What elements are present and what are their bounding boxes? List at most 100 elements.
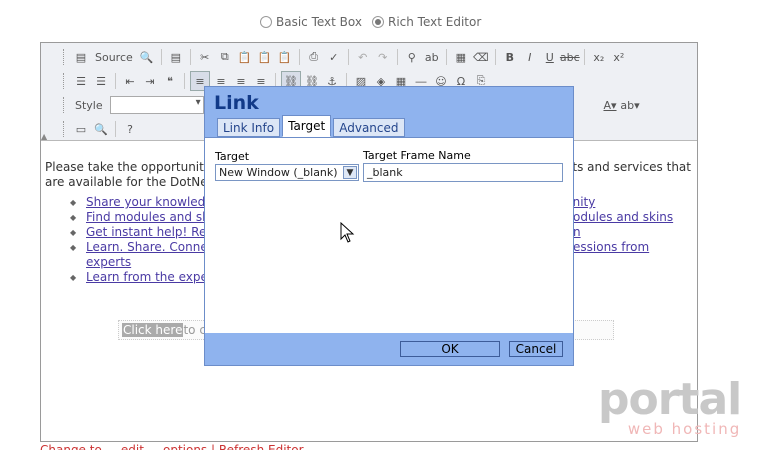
rich-text-editor-radio[interactable] <box>371 16 384 28</box>
bullet-icon: ◆ <box>70 213 77 222</box>
dialog-title: Link <box>214 92 259 114</box>
watermark-brand: portal <box>598 374 742 425</box>
numbered-list-icon[interactable]: ☰ <box>72 72 90 90</box>
replace-icon[interactable]: ab <box>423 48 441 66</box>
style-dropdown[interactable] <box>109 96 204 114</box>
list-item-link-tail[interactable]: odules and skins <box>573 210 673 225</box>
chevron-down-icon[interactable]: ▼ <box>343 166 357 179</box>
list-item-link[interactable]: Share your knowledge <box>86 195 220 210</box>
bullet-icon: ◆ <box>70 228 77 237</box>
spellcheck-icon[interactable]: ✓ <box>325 48 343 66</box>
basic-text-box-option[interactable]: Basic Text Box <box>260 15 362 29</box>
basic-text-box-radio[interactable] <box>260 16 272 28</box>
outdent-icon[interactable]: ⇤ <box>121 72 139 90</box>
superscript-icon[interactable]: x² <box>610 48 628 66</box>
templates-icon[interactable]: ▤ <box>167 48 185 66</box>
copy-icon[interactable]: ⧉ <box>216 48 234 66</box>
blockquote-icon[interactable]: ❝ <box>161 72 179 90</box>
toolbar-separator <box>189 49 191 65</box>
toolbar-row-1: ▤ Source 🔍 ▤ ✂ ⧉ 📋 📋 📋 ⎙ ✓ ↶ ↷ ⚲ ab ▦ ⌫ … <box>63 46 628 68</box>
print-icon[interactable]: ⎙ <box>305 48 323 66</box>
list-item-link-tail[interactable]: essions from <box>573 240 649 255</box>
about-icon[interactable]: ? <box>121 120 139 138</box>
editor-footer-links[interactable]: Change to ... edit ... options | Refresh… <box>40 441 304 450</box>
subscript-icon[interactable]: x₂ <box>590 48 608 66</box>
dialog-buttons: OK Cancel <box>205 333 573 365</box>
toolbar-separator <box>347 49 349 65</box>
find-icon[interactable]: ⚲ <box>403 48 421 66</box>
italic-icon[interactable]: I <box>521 48 539 66</box>
portal-watermark-logo: portal web hosting <box>598 374 742 439</box>
dialog-tabs: Link Info Target Advanced <box>217 115 405 137</box>
intro-text-right: ucts and services that <box>558 160 691 174</box>
paste-icon[interactable]: 📋 <box>236 48 254 66</box>
list-item-link[interactable]: Learn. Share. Connect <box>86 240 219 255</box>
rich-text-editor-label: Rich Text Editor <box>387 15 482 29</box>
toolbar-grip <box>63 73 67 89</box>
bullet-icon: ◆ <box>70 243 77 252</box>
target-label: Target <box>215 150 250 163</box>
toolbar-collapse-icon[interactable]: ▲ <box>41 132 47 141</box>
show-blocks-icon[interactable]: ▭ <box>72 120 90 138</box>
bulleted-list-icon[interactable]: ☰ <box>92 72 110 90</box>
toolbar-row-4: ▭ 🔍 ? <box>63 118 139 140</box>
preview-small-icon[interactable]: 🔍 <box>92 120 110 138</box>
frame-name-value: _blank <box>367 166 403 179</box>
toolbar-separator <box>583 49 585 65</box>
preview-icon[interactable]: 🔍 <box>138 48 156 66</box>
rich-text-editor-option[interactable]: Rich Text Editor <box>371 15 482 29</box>
tab-advanced[interactable]: Advanced <box>333 118 405 137</box>
list-item-link[interactable]: experts <box>86 255 131 270</box>
toolbar-row-3: Style F <box>63 94 218 116</box>
toolbar-separator <box>445 49 447 65</box>
dialog-body: Target New Window (_blank) ▼ Target Fram… <box>205 137 573 333</box>
toolbar-separator <box>115 73 116 89</box>
toolbar-separator <box>396 49 398 65</box>
paste-text-icon[interactable]: 📋 <box>256 48 274 66</box>
cancel-button[interactable]: Cancel <box>509 341 563 357</box>
cut-icon[interactable]: ✂ <box>196 48 214 66</box>
bullet-icon: ◆ <box>70 198 77 207</box>
bold-icon[interactable]: B <box>501 48 519 66</box>
source-icon[interactable]: ▤ <box>72 48 90 66</box>
tab-target[interactable]: Target <box>282 115 332 137</box>
paste-word-icon[interactable]: 📋 <box>276 48 294 66</box>
mouse-cursor-icon <box>340 222 355 243</box>
select-all-icon[interactable]: ▦ <box>452 48 470 66</box>
target-select-value: New Window (_blank) <box>219 166 338 179</box>
underline-icon[interactable]: U <box>541 48 559 66</box>
source-button-label[interactable]: Source <box>92 48 136 66</box>
list-item-link[interactable]: Find modules and ski <box>86 210 212 225</box>
frame-name-label: Target Frame Name <box>363 149 471 162</box>
toolbar-grip <box>63 121 67 137</box>
intro-text-line2: are available for the DotNetNu <box>45 175 229 189</box>
toolbar-row-3-right: A▾ ab▾ <box>601 94 639 116</box>
frame-name-input[interactable]: _blank <box>363 163 563 182</box>
strike-icon[interactable]: abc <box>560 48 580 66</box>
editor-mode-selector: Basic Text Box Rich Text Editor <box>260 15 481 29</box>
indent-icon[interactable]: ⇥ <box>141 72 159 90</box>
click-here-highlight[interactable]: Click here <box>122 323 184 337</box>
undo-icon[interactable]: ↶ <box>354 48 372 66</box>
toolbar-separator <box>184 73 185 89</box>
style-combo[interactable]: Style <box>72 96 204 114</box>
remove-format-icon[interactable]: ⌫ <box>472 48 490 66</box>
link-dialog: Link Link Info Target Advanced Target Ne… <box>204 86 574 366</box>
intro-text-left: Please take the opportunity to <box>45 160 227 174</box>
toolbar-separator <box>298 49 300 65</box>
basic-text-box-label: Basic Text Box <box>276 15 362 29</box>
tab-link-info[interactable]: Link Info <box>217 118 281 137</box>
toolbar-separator <box>115 121 116 137</box>
toolbar-separator <box>160 49 162 65</box>
toolbar-grip <box>63 49 67 65</box>
ok-button[interactable]: OK <box>400 341 500 357</box>
list-item-link-tail[interactable]: n <box>573 225 581 240</box>
list-item-link[interactable]: Get instant help! Redu <box>86 225 222 240</box>
style-label: Style <box>75 98 103 112</box>
toolbar-separator <box>494 49 496 65</box>
bg-color-icon[interactable]: ab▾ <box>620 96 639 114</box>
target-select[interactable]: New Window (_blank) ▼ <box>215 164 359 181</box>
redo-icon[interactable]: ↷ <box>374 48 392 66</box>
text-color-icon[interactable]: A▾ <box>601 96 619 114</box>
toolbar-grip <box>63 97 67 113</box>
